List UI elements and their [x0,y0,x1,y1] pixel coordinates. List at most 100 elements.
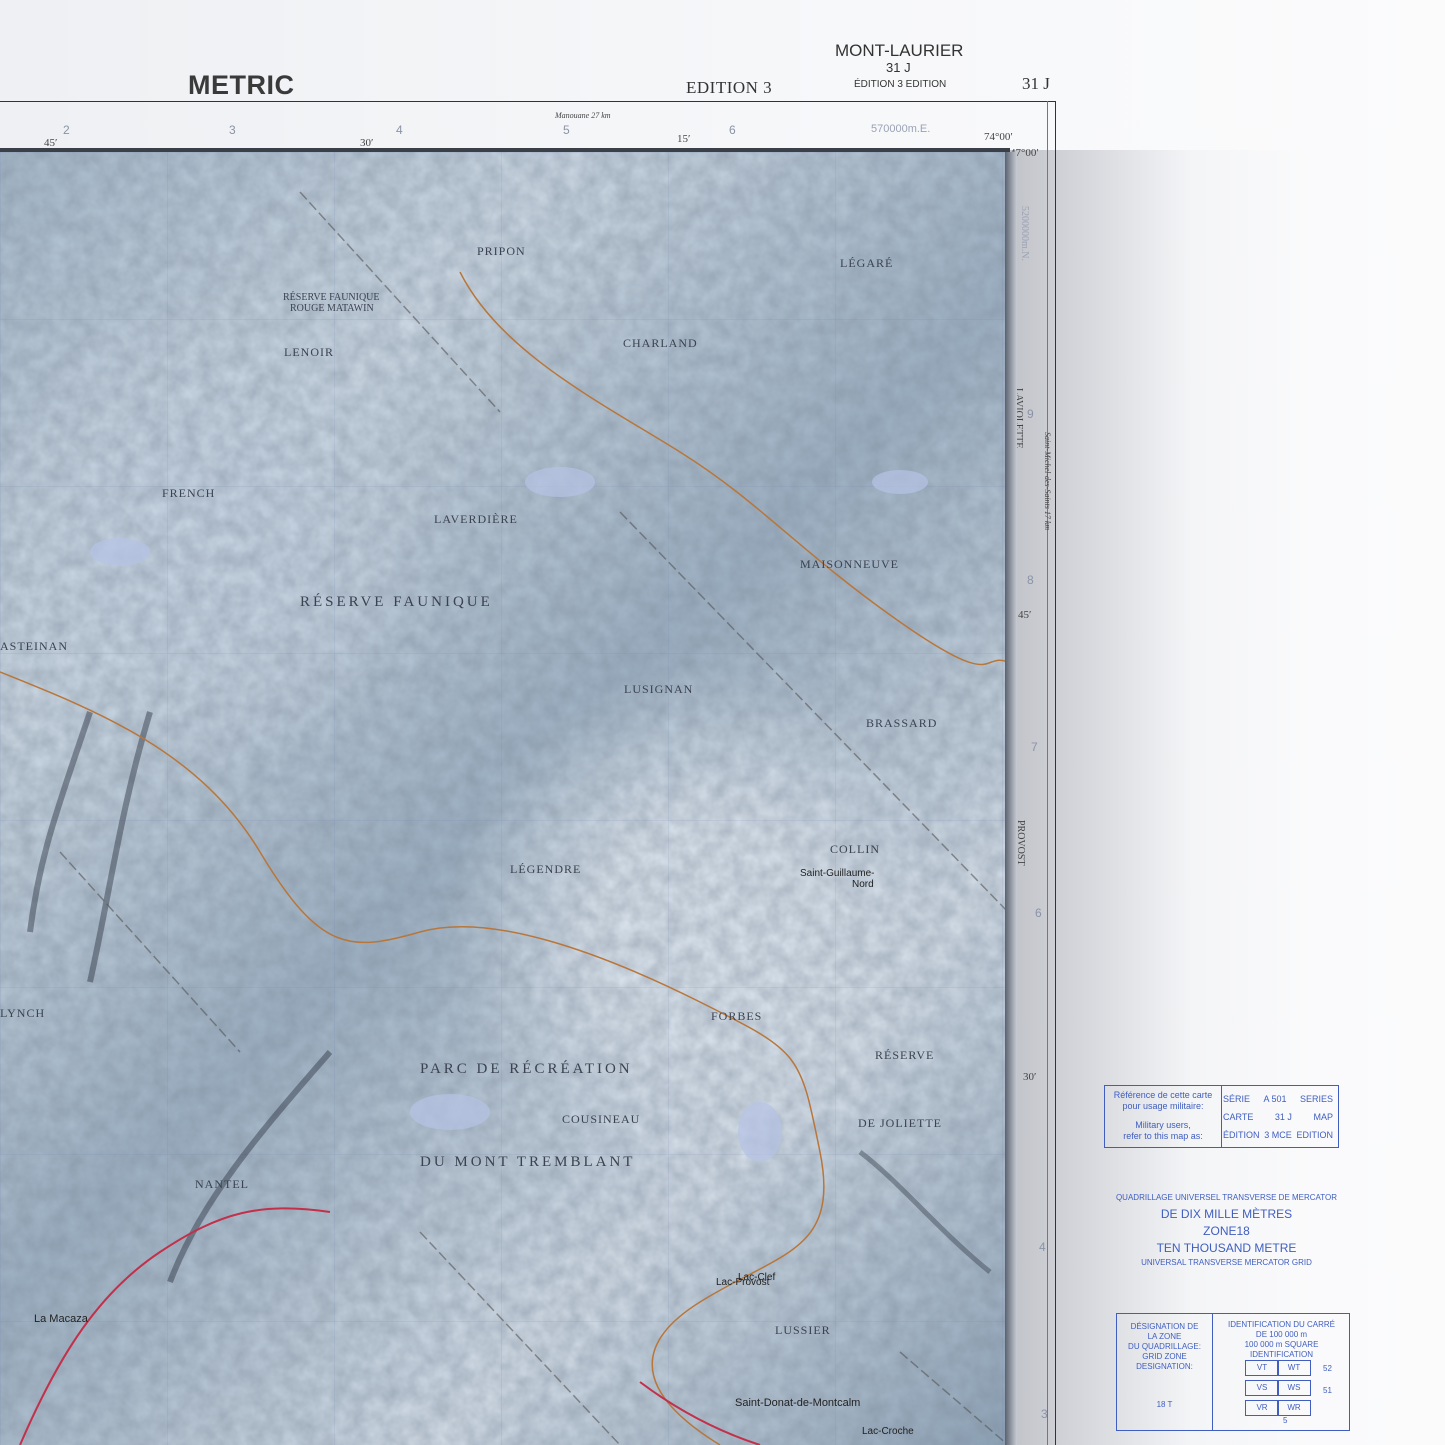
relief-map[interactable]: PRIPON LÉGARÉ RÉSERVE FAUNIQUE ROUGE MAT… [0,152,1008,1445]
gzd-value: 18 T [1156,1400,1173,1409]
town-label: Lac-Clef [738,1272,776,1283]
grid-number: 4 [396,123,403,137]
gzd-text: DU QUADRILLAGE: [1128,1342,1201,1351]
map-side-edge [1005,152,1017,1445]
reference-text: ÉDITION [1223,1130,1260,1140]
reference-text: SERIES [1299,1094,1333,1104]
town-label: Lac-Croche [862,1426,914,1437]
place-label: RÉSERVE FAUNIQUE [283,292,380,303]
reference-text: EDITION [1296,1130,1333,1140]
grid-zone: ZONE18 [1203,1224,1250,1238]
place-label: MAISONNEUVE [800,557,899,571]
grid-zone-designation-box: DÉSIGNATION DE LA ZONE DU QUADRILLAGE: G… [1116,1313,1350,1431]
square-cell: WR [1277,1400,1311,1416]
grid-number: 5 [563,123,570,137]
place-label: LUSIGNAN [624,682,694,696]
town-label: Nord [852,879,874,890]
grid-number: 9 [1027,407,1034,421]
reference-caption: Référence de cette carte pour usage mili… [1105,1086,1222,1147]
square-row-number: 51 [1323,1386,1332,1395]
header-metric-label: METRIC [188,70,295,100]
header-sheet-code: 31 J [1022,74,1050,93]
reference-value: A 501 [1263,1094,1287,1104]
square-id-text: IDENTIFICATION DU CARRÉ [1228,1320,1335,1329]
square-col-number: 5 [1283,1416,1288,1425]
place-label: COLLIN [830,842,880,856]
reference-text: refer to this map as: [1123,1131,1203,1141]
square-id-text: 100 000 m SQUARE IDENTIFICATION [1244,1340,1319,1359]
latitude-label: 45′ [1018,609,1032,621]
longitude-label: 74°00′ [984,131,1013,143]
place-label: DE JOLIETTE [858,1116,942,1130]
grid-zone-designation: DÉSIGNATION DE LA ZONE DU QUADRILLAGE: G… [1117,1314,1213,1430]
square-cell: WS [1277,1380,1311,1396]
place-label: PARC DE RÉCRÉATION [420,1061,633,1077]
gzd-text: LA ZONE [1147,1332,1182,1341]
place-label: FRENCH [162,486,216,500]
reference-text: Military users, [1135,1120,1191,1130]
latitude-label: 30′ [1023,1071,1037,1083]
place-label: COUSINEAU [562,1112,641,1126]
grid-number: 4 [1039,1240,1046,1254]
place-label: DU MONT TREMBLANT [420,1154,636,1170]
grid-number: 3 [229,123,236,137]
place-label: LÉGARÉ [840,256,894,270]
place-label: RÉSERVE [875,1048,935,1062]
grid-number: 2 [63,123,70,137]
relief-map-overlay [0,152,1008,1445]
grid-title-fr: QUADRILLAGE UNIVERSEL TRANSVERSE DE MERC… [1115,1193,1338,1202]
utm-easting-label: 570000m.E. [871,123,931,135]
square-cell: VR [1245,1400,1279,1416]
frame-top-line [0,101,1055,102]
reference-text: MAP [1313,1112,1333,1122]
gzd-text: DÉSIGNATION DE [1130,1322,1199,1331]
reference-value: 31 J [1274,1112,1292,1122]
grid-number: 6 [729,123,736,137]
place-label: LÉGENDRE [510,862,582,876]
square-id-text: DE 100 000 m [1255,1330,1308,1339]
longitude-label: 15′ [677,133,691,145]
place-label: NANTEL [195,1177,249,1191]
square-identification: IDENTIFICATION DU CARRÉ DE 100 000 m 100… [1214,1314,1349,1360]
header-edition-bilingual: ÉDITION 3 EDITION [854,79,947,90]
square-cell: VS [1245,1380,1279,1396]
reference-box: Référence de cette carte pour usage mili… [1104,1085,1339,1148]
square-row-number: 52 [1323,1364,1332,1373]
place-label: FORBES [711,1009,763,1023]
reference-text: CARTE [1223,1112,1254,1122]
square-cell: WT [1277,1360,1311,1376]
place-label: BRASSARD [866,716,938,730]
reference-grid: SÉRIE A 501 SERIES CARTE 31 J MAP ÉDITION 3 M… [1223,1090,1337,1144]
header-sheet-number: 31 J [886,60,911,75]
town-label: Saint-Donat-de-Montcalm [735,1397,861,1409]
square-cell: VT [1245,1360,1279,1376]
place-label: ASTEINAN [0,639,68,653]
header-edition: EDITION 3 [686,78,773,97]
grid-number: 7 [1031,740,1038,754]
frame-inner-line [1047,101,1048,1445]
reference-text: pour usage militaire: [1122,1101,1204,1111]
grid-number: 3 [1041,1407,1048,1421]
grid-title-fr-sub: DE DIX MILLE MÈTRES [1160,1207,1293,1221]
place-label: PRIPON [477,244,526,258]
grid-title-en-sub: TEN THOUSAND METRE [1156,1241,1297,1255]
place-label: RÉSERVE FAUNIQUE [300,594,493,610]
town-label: Saint-Guillaume- [800,868,875,879]
header-sheet-name: MONT-LAURIER [835,41,964,60]
reference-value: 3 MCE [1264,1130,1292,1140]
town-label: La Macaza [34,1313,88,1325]
grid-number: 8 [1027,573,1034,587]
place-label: LENOIR [284,345,334,359]
road-destination-label: Manouane 27 km [555,111,611,120]
gzd-text: GRID ZONE DESIGNATION: [1136,1352,1193,1371]
frame-right-line [1055,101,1056,1445]
map-sheet: METRIC EDITION 3 MONT-LAURIER 31 J ÉDITI… [0,0,1445,1445]
grid-title-en: UNIVERSAL TRANSVERSE MERCATOR GRID [1141,1258,1312,1267]
grid-number: 6 [1035,906,1042,920]
place-label: ROUGE MATAWIN [290,303,374,314]
reference-text: SÉRIE [1223,1094,1251,1104]
utm-northing-label: 5200000m.N. [1019,206,1030,261]
place-label: LUSSIER [775,1323,831,1337]
reference-text: Référence de cette carte [1113,1090,1213,1100]
road-destination-label: Saint-Michel-des-Saints 17 km [1043,432,1052,531]
